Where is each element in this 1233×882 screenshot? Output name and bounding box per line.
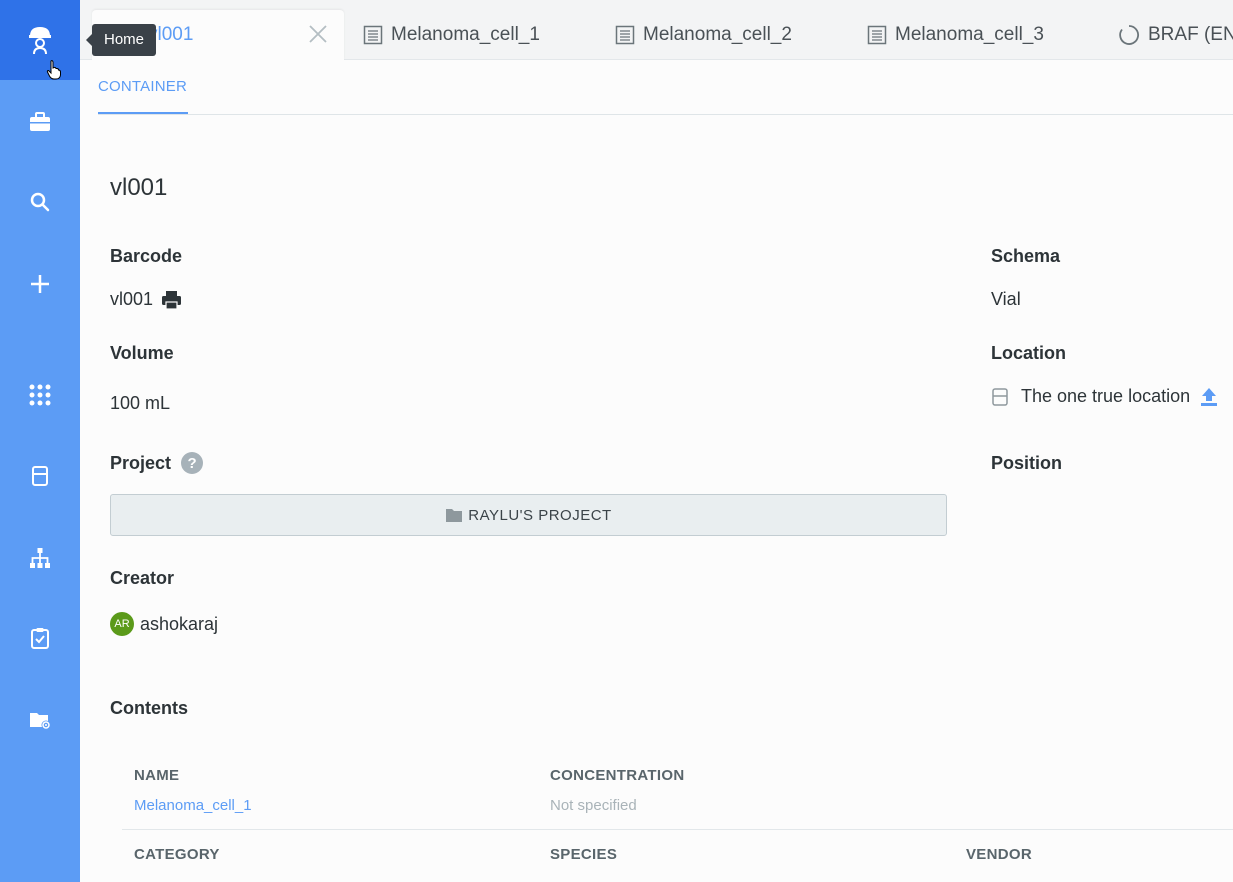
schema-label: Schema [991,246,1061,266]
hierarchy-icon [30,548,50,568]
sidebar-item-search[interactable] [0,178,80,226]
close-icon[interactable] [308,24,328,50]
tab-braf[interactable]: BRAF (ENS [1118,10,1233,60]
tab-label: Melanoma_cell_2 [643,24,792,45]
row-divider [122,829,1233,830]
project-label-row: Project ? [110,452,204,474]
column-header-name: NAME [134,767,180,784]
volume-label: Volume [110,343,174,363]
tab-label: BRAF (ENS [1148,24,1233,45]
home-button[interactable] [0,0,80,80]
schema-value: Vial [991,289,1021,309]
folder-icon [446,509,463,522]
tab-label: Melanoma_cell_3 [895,24,1044,45]
active-subtab-indicator [98,112,188,114]
content-name-link[interactable]: Melanoma_cell_1 [134,797,252,814]
location-value: The one true location [991,386,1218,407]
folder-settings-icon [30,713,51,730]
sidebar-item-create[interactable] [0,260,80,308]
box-icon [991,387,1009,407]
location-label: Location [991,343,1066,363]
search-icon [30,192,50,212]
sidebar-item-workflows[interactable] [0,534,80,582]
project-button[interactable]: RAYLU'S PROJECT [110,494,947,536]
creator-value: AR ashokaraj [110,612,218,636]
sidebar-item-apps[interactable] [0,371,80,419]
briefcase-icon [30,112,50,131]
subtab-divider [98,114,1233,115]
volume-value: 100 mL [110,393,171,413]
sidebar [0,0,80,882]
container-icon [32,466,48,486]
sidebar-item-inventory[interactable] [0,98,80,146]
tab-container[interactable]: CONTAINER [98,78,187,95]
upload-icon[interactable] [1200,387,1218,407]
creator-name[interactable]: ashokaraj [140,614,218,635]
hand-cursor-icon [46,60,61,80]
column-header-vendor: VENDOR [966,846,1032,863]
help-icon[interactable]: ? [181,452,204,474]
column-header-species: SPECIES [550,846,618,863]
scientist-avatar-icon [29,27,51,55]
apps-grid-icon [29,384,51,406]
creator-label: Creator [110,568,175,588]
tab-melanoma-cell-3[interactable]: Melanoma_cell_3 [867,10,1044,60]
contents-heading: Contents [110,698,188,718]
column-header-concentration: CONCENTRATION [550,767,685,784]
sidebar-item-requests[interactable] [0,614,80,662]
table-icon [363,25,383,45]
avatar: AR [110,612,134,636]
table-icon [867,25,887,45]
project-label: Project [110,452,172,473]
table-icon [615,25,635,45]
tab-bar: vl001 Melanoma_cell_1 Melanoma_cell_2 Me… [80,0,1233,60]
content-concentration: Not specified [550,797,637,814]
barcode-label: Barcode [110,246,183,266]
project-name: RAYLU'S PROJECT [468,506,612,524]
location-name[interactable]: The one true location [1021,386,1190,407]
position-label: Position [991,453,1062,473]
tab-melanoma-cell-1[interactable]: Melanoma_cell_1 [363,10,540,60]
plus-icon [31,275,49,293]
tab-melanoma-cell-2[interactable]: Melanoma_cell_2 [615,10,792,60]
page-title: vl001 [110,174,168,201]
tab-label: Melanoma_cell_1 [391,24,540,45]
barcode-text: vl001 [110,289,154,309]
barcode-value: vl001 [110,289,182,310]
sidebar-item-containers[interactable] [0,452,80,500]
sidebar-item-projects[interactable] [0,696,80,744]
printer-icon[interactable] [161,290,182,310]
column-header-category: CATEGORY [134,846,220,863]
home-tooltip: Home [85,24,157,56]
clipboard-check-icon [31,628,49,649]
loading-circle-icon [1118,24,1140,46]
